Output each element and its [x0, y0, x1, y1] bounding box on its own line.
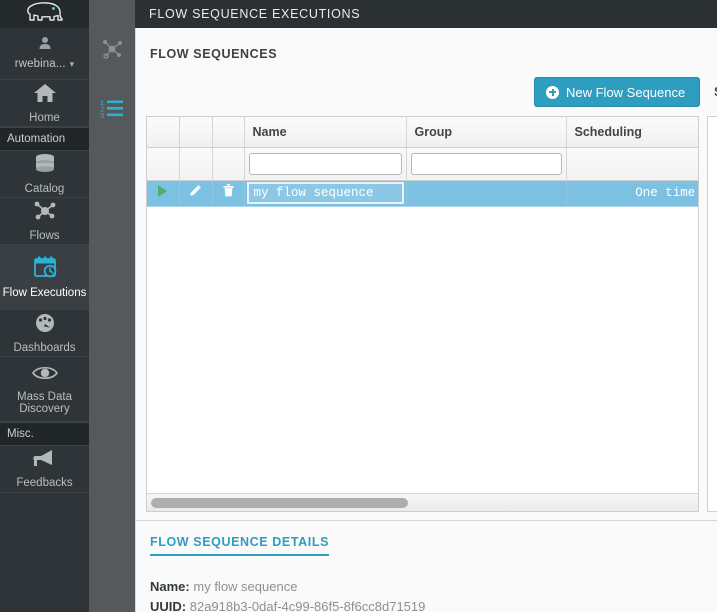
filter-cell-delete — [212, 147, 245, 181]
sidebar-item-label: Catalog — [24, 182, 65, 195]
panel-header: FLOW SEQUENCES — [136, 28, 717, 80]
gauge-icon — [32, 312, 58, 339]
detail-value-name: my flow sequence — [193, 579, 298, 594]
main-area: FLOW SEQUENCE EXECUTIONS FLOW SEQUENCES … — [135, 0, 717, 612]
trash-icon[interactable] — [222, 183, 235, 198]
flow-sequence-details: FLOW SEQUENCE DETAILS Name: my flow sequ… — [150, 533, 717, 612]
eye-icon — [31, 363, 59, 388]
new-flow-sequence-label: New Flow Sequence — [566, 84, 686, 100]
sidebar-item-mass-data-discovery[interactable]: Mass Data Discovery — [0, 357, 89, 422]
primary-sidebar: rwebina... ▾ Home Automation Catalog Flo… — [0, 0, 89, 612]
sidebar-section-misc: Misc. — [0, 422, 89, 446]
sidebar-item-label: Mass Data Discovery — [17, 390, 72, 416]
user-name-text: rwebina... — [14, 58, 66, 70]
side-panel-body — [707, 116, 717, 512]
filter-cell-scheduling — [566, 147, 698, 181]
filter-cell-group — [406, 147, 567, 181]
sidebar-item-label: Home — [29, 111, 60, 124]
detail-row-name: Name: my flow sequence — [150, 577, 717, 597]
numbered-list-icon: 123 — [98, 98, 126, 125]
logo-bar — [0, 0, 89, 28]
flow-sequences-grid: Name Group Scheduling my flow sequence O… — [146, 116, 699, 512]
column-header-delete[interactable] — [212, 117, 245, 148]
table-row[interactable]: my flow sequence One time: Sep 6, 20 — [147, 180, 698, 207]
sidebar-item-home[interactable]: Home — [0, 80, 89, 127]
sidebar-item-catalog[interactable]: Catalog — [0, 151, 89, 198]
sidebar-item-label: Feedbacks — [16, 477, 73, 490]
row-scheduling-cell[interactable]: One time: Sep 6, 20 — [566, 180, 698, 207]
database-icon — [32, 153, 58, 180]
group-filter-input[interactable] — [410, 152, 562, 175]
page-title: FLOW SEQUENCE EXECUTIONS — [149, 7, 361, 21]
megaphone-icon — [32, 448, 58, 474]
detail-label-uuid: UUID: — [150, 599, 187, 612]
filter-cell-name — [244, 147, 407, 181]
section-divider — [136, 520, 717, 521]
application-window: rwebina... ▾ Home Automation Catalog Flo… — [0, 0, 717, 612]
user-menu[interactable]: rwebina... ▾ — [0, 28, 89, 80]
grid-scroll-viewport: Name Group Scheduling my flow sequence O… — [147, 117, 698, 493]
rail-item-numbered-list[interactable]: 123 — [89, 88, 135, 134]
rail-item-flow-graph[interactable] — [89, 28, 135, 74]
user-icon — [38, 36, 52, 55]
secondary-nav-rail: 123 — [89, 0, 135, 612]
filter-cell-edit — [179, 147, 213, 181]
home-icon — [33, 82, 57, 109]
play-icon[interactable] — [158, 185, 168, 197]
row-play-cell[interactable] — [147, 180, 180, 207]
flow-sequences-table: Name Group Scheduling my flow sequence O… — [147, 117, 698, 207]
svg-text:3: 3 — [100, 111, 104, 120]
table-header-row: Name Group Scheduling — [147, 117, 698, 148]
user-name: rwebina... ▾ — [15, 58, 74, 70]
sidebar-section-automation: Automation — [0, 127, 89, 151]
sidebar-item-feedbacks[interactable]: Feedbacks — [0, 446, 89, 493]
sidebar-item-label: Flows — [29, 229, 60, 242]
column-header-edit[interactable] — [179, 117, 213, 148]
name-edit-field[interactable]: my flow sequence — [246, 182, 404, 204]
detail-label-name: Name: — [150, 579, 190, 594]
content-area: FLOW SEQUENCES New Flow Sequence S — [135, 28, 717, 612]
table-filter-row — [147, 147, 698, 181]
plus-circle-icon — [546, 85, 559, 99]
details-tab-title[interactable]: FLOW SEQUENCE DETAILS — [150, 535, 330, 556]
flow-graph-icon — [98, 36, 126, 67]
row-delete-cell[interactable] — [212, 180, 245, 207]
calendar-clock-icon — [31, 255, 59, 284]
row-edit-cell[interactable] — [179, 180, 213, 207]
chevron-down-icon: ▾ — [69, 58, 75, 69]
name-filter-input[interactable] — [248, 152, 402, 175]
detail-row-uuid: UUID: 82a918b3-0daf-4c99-86f5-8f6cc8d715… — [150, 597, 717, 612]
top-bar: FLOW SEQUENCE EXECUTIONS — [135, 0, 717, 28]
column-header-scheduling[interactable]: Scheduling — [566, 117, 698, 148]
column-header-group[interactable]: Group — [406, 117, 567, 148]
sidebar-item-label: Dashboards — [13, 341, 76, 354]
filter-cell-play — [147, 147, 180, 181]
row-name-cell[interactable]: my flow sequence — [244, 180, 407, 207]
column-header-name[interactable]: Name — [244, 117, 407, 148]
new-flow-sequence-button[interactable]: New Flow Sequence — [534, 77, 701, 107]
scrollbar-thumb[interactable] — [151, 497, 408, 508]
horizontal-scrollbar[interactable] — [147, 493, 698, 511]
elephant-logo[interactable] — [24, 1, 66, 28]
sidebar-item-label: Flow Executions — [2, 286, 87, 299]
graph-nodes-icon — [32, 200, 58, 227]
flow-sequences-heading: FLOW SEQUENCES — [150, 47, 278, 61]
column-header-play[interactable] — [147, 117, 180, 148]
sidebar-item-flow-executions[interactable]: Flow Executions — [0, 245, 89, 310]
sidebar-item-dashboards[interactable]: Dashboards — [0, 310, 89, 357]
detail-value-uuid: 82a918b3-0daf-4c99-86f5-8f6cc8d71519 — [189, 599, 426, 612]
pencil-icon[interactable] — [188, 183, 203, 198]
row-group-cell[interactable] — [406, 180, 567, 207]
sidebar-item-flows[interactable]: Flows — [0, 198, 89, 245]
